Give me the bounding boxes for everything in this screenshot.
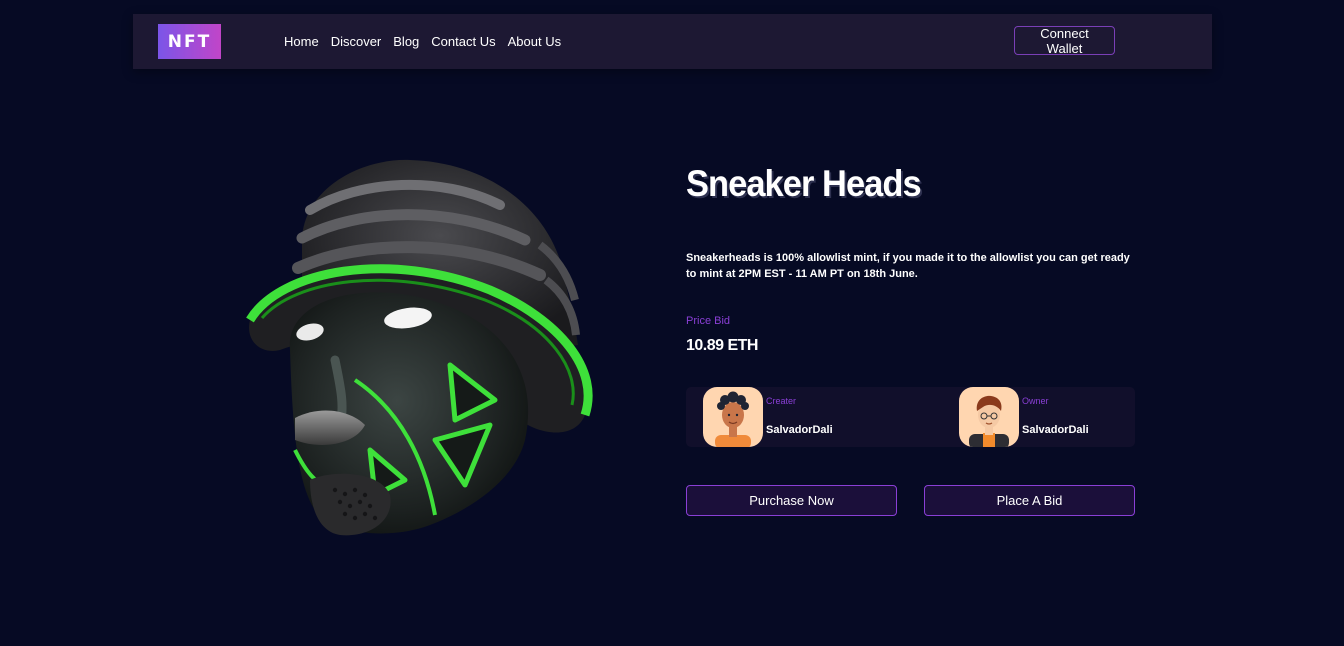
owner-name[interactable]: SalvadorDali [1022, 424, 1089, 436]
nav-link-blog[interactable]: Blog [393, 34, 419, 49]
nav-link-home[interactable]: Home [284, 34, 319, 49]
price-bid-value: 10.89 ETH [686, 337, 758, 354]
creator-role-label: Creater [766, 396, 797, 406]
nft-logo[interactable]: NFT [158, 24, 221, 59]
owner-role-label: Owner [1022, 396, 1049, 406]
nav-link-contact-us[interactable]: Contact Us [431, 34, 495, 49]
nav-link-discover[interactable]: Discover [331, 34, 382, 49]
creator-owner-panel: Creater SalvadorDali Owner SalvadorDali [686, 387, 1135, 447]
owner-avatar[interactable] [959, 387, 1019, 447]
sneaker-head-mask-artwork [246, 159, 593, 536]
creator-avatar[interactable] [703, 387, 763, 447]
creator-avatar-icon [703, 387, 763, 447]
owner-avatar-icon [959, 387, 1019, 447]
connect-wallet-button[interactable]: Connect Wallet [1014, 26, 1115, 56]
price-bid-label: Price Bid [686, 315, 731, 327]
top-navbar: NFT Home Discover Blog Contact Us About … [133, 14, 1212, 69]
nft-title: Sneaker Heads [686, 163, 922, 204]
nft-description: Sneakerheads is 100% allowlist mint, if … [686, 252, 1130, 280]
place-bid-button[interactable]: Place A Bid [924, 485, 1135, 516]
creator-name[interactable]: SalvadorDali [766, 424, 833, 436]
nav-link-about-us[interactable]: About Us [508, 34, 561, 49]
purchase-now-button[interactable]: Purchase Now [686, 485, 897, 516]
main-nav: Home Discover Blog Contact Us About Us [284, 14, 561, 69]
